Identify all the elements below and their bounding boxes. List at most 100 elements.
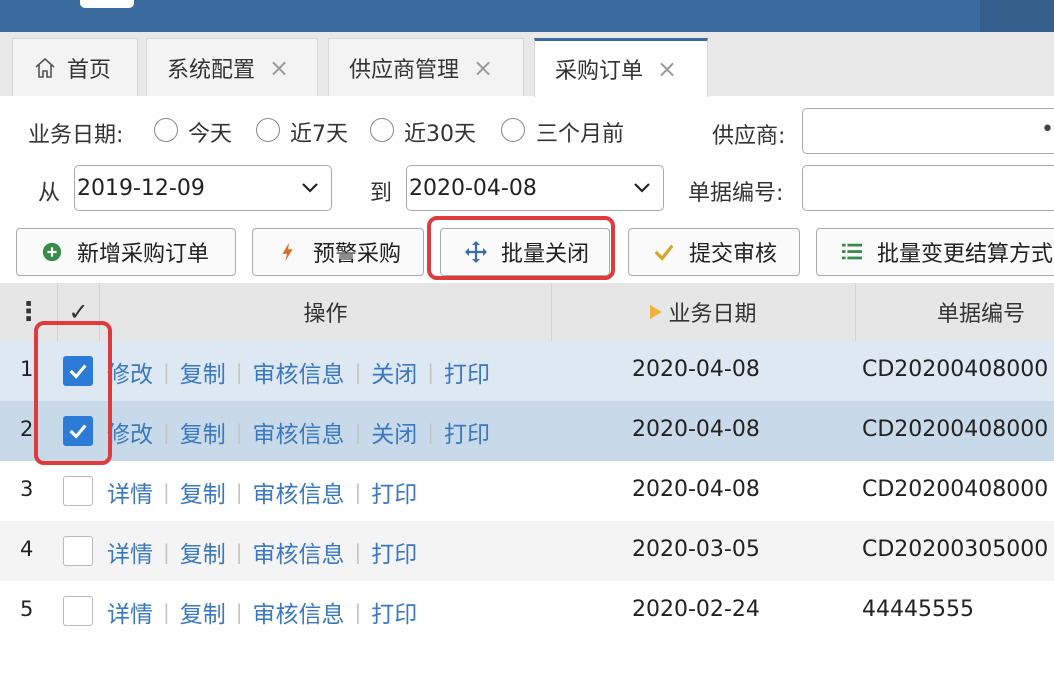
separator: | <box>163 360 170 384</box>
doc-number-input[interactable] <box>802 165 1054 211</box>
separator: | <box>427 360 434 384</box>
row-checkbox[interactable] <box>63 416 93 446</box>
doc-number-label: 单据编号: <box>688 181 784 206</box>
row-date: 2020-02-24 <box>632 597 760 622</box>
submit-review-button[interactable]: 提交审核 <box>628 228 800 276</box>
select-all-checkbox[interactable]: ✓ <box>58 283 100 341</box>
supplier-input[interactable]: •• <box>802 108 1054 154</box>
row-actions: 详情 | 复制 | 审核信息 | 打印 <box>107 595 417 629</box>
batch-close-button[interactable]: 批量关闭 <box>440 228 610 276</box>
tab-supplier-management[interactable]: 供应商管理 × <box>328 38 524 96</box>
business-date-label: 业务日期: <box>28 123 124 148</box>
row-checkbox[interactable] <box>63 476 93 506</box>
radio-today[interactable] <box>154 118 178 142</box>
print-link[interactable]: 打印 <box>444 355 490 389</box>
checkmark-icon <box>651 239 677 265</box>
separator: | <box>354 360 362 384</box>
review-info-link[interactable]: 审核信息 <box>253 415 345 449</box>
close-icon[interactable]: × <box>269 54 289 82</box>
radio-3months-label[interactable]: 三个月前 <box>536 116 624 148</box>
table-row[interactable]: 4 详情 | 复制 | 审核信息 | 打印 2020-03-05 CD20200305… <box>0 521 1054 581</box>
row-actions: 详情 | 复制 | 审核信息 | 打印 <box>107 475 417 509</box>
batch-change-settlement-button[interactable]: 批量变更结算方式 <box>816 228 1054 276</box>
table-row[interactable]: 1 修改 | 复制 | 审核信息 | 关闭 | 打印 2020-04-08 CD2020… <box>0 341 1054 401</box>
table-row[interactable]: 5 详情 | 复制 | 审核信息 | 打印 2020-02-24 44445555 <box>0 581 1054 641</box>
header-right-area <box>980 0 1054 32</box>
button-label: 批量变更结算方式 <box>877 242 1054 267</box>
close-icon[interactable]: × <box>657 55 677 83</box>
copy-link[interactable]: 复制 <box>180 535 226 569</box>
docno-column-header: 单据编号 <box>936 302 1025 327</box>
close-link[interactable]: 关闭 <box>371 415 417 449</box>
alert-purchase-button[interactable]: 预警采购 <box>252 228 424 276</box>
radio-30days[interactable] <box>370 118 394 142</box>
copy-link[interactable]: 复制 <box>180 355 226 389</box>
to-date-select[interactable]: 2020-04-08 <box>406 165 664 211</box>
separator: | <box>354 600 362 624</box>
ops-column-header: 操作 <box>100 283 552 341</box>
review-info-link[interactable]: 审核信息 <box>253 535 345 569</box>
close-link[interactable]: 关闭 <box>371 355 417 389</box>
app-header <box>0 0 1054 32</box>
print-link[interactable]: 打印 <box>444 415 490 449</box>
tab-label: 供应商管理 <box>349 57 460 83</box>
add-purchase-order-button[interactable]: 新增采购订单 <box>16 228 236 276</box>
row-checkbox[interactable] <box>63 596 93 626</box>
separator: | <box>235 600 243 624</box>
print-link[interactable]: 打印 <box>371 535 417 569</box>
button-label: 批量关闭 <box>501 242 590 267</box>
row-doc-number: CD20200408000 <box>862 357 1049 382</box>
chevron-down-icon <box>302 183 318 193</box>
radio-7days[interactable] <box>256 118 280 142</box>
date-column-header[interactable]: 业务日期 <box>552 283 856 341</box>
from-date-select[interactable]: 2019-12-09 <box>74 165 332 211</box>
print-link[interactable]: 打印 <box>371 595 417 629</box>
list-icon <box>839 239 865 265</box>
column-menu-icon[interactable]: ⋮ <box>0 283 58 341</box>
more-icon[interactable]: •• <box>1041 117 1054 142</box>
separator: | <box>354 420 362 444</box>
to-date-value: 2020-04-08 <box>409 175 537 201</box>
separator: | <box>163 420 170 444</box>
close-icon[interactable]: × <box>473 54 493 82</box>
tab-label: 首页 <box>67 57 112 83</box>
button-label: 提交审核 <box>689 242 778 267</box>
lightning-icon <box>275 239 301 265</box>
button-label: 预警采购 <box>313 242 402 267</box>
row-doc-number: CD20200305000 <box>862 537 1049 562</box>
copy-link[interactable]: 复制 <box>180 595 226 629</box>
row-date: 2020-04-08 <box>632 417 760 442</box>
tab-system-config[interactable]: 系统配置 × <box>146 38 318 96</box>
details-link[interactable]: 详情 <box>107 595 153 629</box>
row-checkbox[interactable] <box>63 536 93 566</box>
separator: | <box>235 540 243 564</box>
edit-link[interactable]: 修改 <box>107 355 153 389</box>
details-link[interactable]: 详情 <box>107 475 153 509</box>
row-checkbox[interactable] <box>63 356 93 386</box>
tab-home[interactable]: 首页 <box>12 38 138 96</box>
row-doc-number: 44445555 <box>862 597 974 622</box>
row-date: 2020-04-08 <box>632 477 760 502</box>
row-number: 3 <box>20 477 34 501</box>
edit-link[interactable]: 修改 <box>107 415 153 449</box>
radio-7days-label[interactable]: 近7天 <box>290 116 348 148</box>
radio-30days-label[interactable]: 近30天 <box>404 116 476 148</box>
tab-purchase-order[interactable]: 采购订单 × <box>534 38 708 97</box>
review-info-link[interactable]: 审核信息 <box>253 355 345 389</box>
copy-link[interactable]: 复制 <box>180 475 226 509</box>
details-link[interactable]: 详情 <box>107 535 153 569</box>
copy-link[interactable]: 复制 <box>180 415 226 449</box>
review-info-link[interactable]: 审核信息 <box>253 475 345 509</box>
move-arrows-icon <box>463 239 489 265</box>
home-icon <box>35 57 55 78</box>
table-row[interactable]: 2 修改 | 复制 | 审核信息 | 关闭 | 打印 2020-04-08 CD2020… <box>0 401 1054 461</box>
from-date-value: 2019-12-09 <box>77 175 205 201</box>
table-row[interactable]: 3 详情 | 复制 | 审核信息 | 打印 2020-04-08 CD20200408… <box>0 461 1054 521</box>
radio-today-label[interactable]: 今天 <box>188 116 232 148</box>
print-link[interactable]: 打印 <box>371 475 417 509</box>
radio-3months[interactable] <box>501 118 525 142</box>
separator: | <box>235 420 243 444</box>
tab-bar: 首页 系统配置 × 供应商管理 × 采购订单 × <box>0 32 1054 97</box>
button-label: 新增采购订单 <box>77 242 210 267</box>
review-info-link[interactable]: 审核信息 <box>253 595 345 629</box>
